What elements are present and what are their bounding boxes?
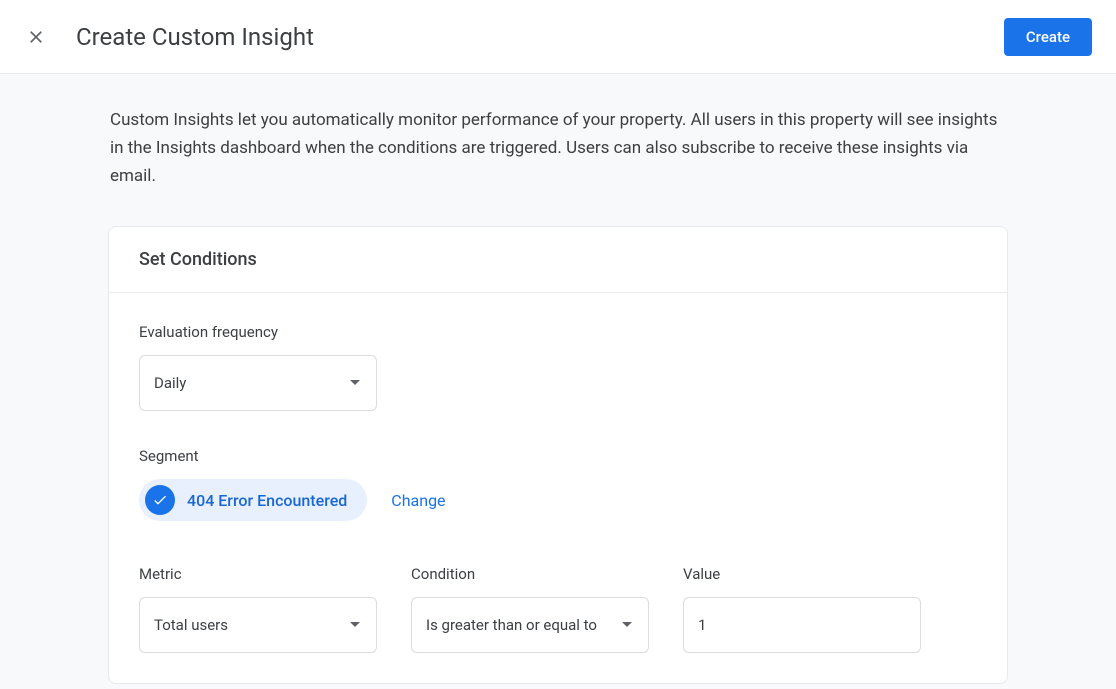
card-header: Set Conditions bbox=[109, 227, 1007, 293]
segment-label: Segment bbox=[139, 447, 977, 465]
evaluation-frequency-value: Daily bbox=[154, 374, 186, 392]
card-title: Set Conditions bbox=[139, 249, 977, 270]
page-header: Create Custom Insight Create bbox=[0, 0, 1116, 74]
metric-label: Metric bbox=[139, 565, 377, 583]
evaluation-frequency-group: Evaluation frequency Daily bbox=[139, 323, 977, 411]
evaluation-frequency-select[interactable]: Daily bbox=[139, 355, 377, 411]
value-input[interactable] bbox=[683, 597, 921, 653]
header-left: Create Custom Insight bbox=[24, 23, 314, 51]
create-button[interactable]: Create bbox=[1004, 18, 1092, 56]
metric-group: Metric Total users bbox=[139, 565, 377, 653]
value-group: Value bbox=[683, 565, 921, 653]
change-link[interactable]: Change bbox=[391, 491, 445, 510]
condition-label: Condition bbox=[411, 565, 649, 583]
content-area: Custom Insights let you automatically mo… bbox=[108, 74, 1008, 684]
close-button[interactable] bbox=[24, 25, 48, 49]
value-label: Value bbox=[683, 565, 921, 583]
evaluation-frequency-label: Evaluation frequency bbox=[139, 323, 977, 341]
check-icon bbox=[145, 485, 175, 515]
conditions-card: Set Conditions Evaluation frequency Dail… bbox=[108, 226, 1008, 684]
segment-chip-label: 404 Error Encountered bbox=[187, 491, 347, 510]
description-text: Custom Insights let you automatically mo… bbox=[108, 106, 1008, 190]
metric-condition-value-row: Metric Total users Condition I bbox=[139, 565, 977, 653]
segment-chip[interactable]: 404 Error Encountered bbox=[139, 479, 367, 521]
condition-value: Is greater than or equal to bbox=[426, 616, 597, 634]
condition-select[interactable]: Is greater than or equal to bbox=[411, 597, 649, 653]
page-title: Create Custom Insight bbox=[76, 23, 314, 51]
condition-group: Condition Is greater than or equal to bbox=[411, 565, 649, 653]
card-body: Evaluation frequency Daily Segment bbox=[109, 293, 1007, 683]
metric-value: Total users bbox=[154, 616, 228, 634]
segment-group: Segment 404 Error Encountered Change bbox=[139, 447, 977, 521]
close-icon bbox=[26, 27, 46, 47]
metric-select[interactable]: Total users bbox=[139, 597, 377, 653]
